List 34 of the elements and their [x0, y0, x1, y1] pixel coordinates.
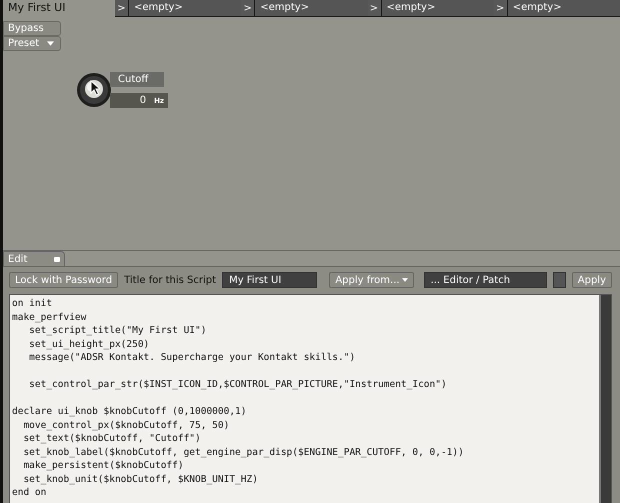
- code-line: make_persistent($knobCutoff): [22, 459, 185, 472]
- toggle-button[interactable]: [552, 272, 566, 288]
- title-field[interactable]: My First UI: [222, 272, 318, 288]
- knob-value: 0: [140, 95, 146, 106]
- script-tab[interactable]: <empty>: [255, 0, 368, 16]
- code-line: move_control_px($knobCutoff, 75, 50): [22, 418, 230, 432]
- code-line: declare ui_knob $knobCutoff (0,1000000,1): [12, 405, 248, 418]
- script-tab[interactable]: <empty>: [382, 0, 494, 16]
- code-line: set_text($knobCutoff, "Cutoff"): [22, 432, 202, 446]
- code-line: set_ui_height_px(250): [28, 338, 150, 351]
- source-field[interactable]: ... Editor / Patch: [424, 272, 547, 288]
- expand-button[interactable]: >: [115, 0, 129, 16]
- knob-label: Cutoff: [110, 72, 164, 87]
- code-line: end on: [12, 486, 48, 500]
- expand-button[interactable]: >: [241, 0, 256, 16]
- code-line: set_knob_unit($knobCutoff, $KNOB_UNIT_HZ): [22, 472, 259, 486]
- caret-icon: [402, 278, 408, 282]
- code-line: message("ADSR Kontakt. Supercharge your Kontakt skills."): [28, 351, 356, 364]
- expand-button[interactable]: >: [368, 0, 382, 16]
- script-tab[interactable]: <empty>: [508, 0, 620, 16]
- title-label: Title for this Script: [124, 274, 216, 286]
- code-line: on init: [12, 297, 54, 310]
- code-line: set_script_title("My First UI"): [28, 324, 208, 338]
- script-tab[interactable]: My First UI: [3, 0, 115, 17]
- script-tab[interactable]: <empty>: [129, 0, 242, 16]
- code-line: set_control_par_str($INST_ICON_ID,$CONTROL_PAR_PICTURE,"Instrument_Icon"): [28, 378, 448, 392]
- code-line: set_knob_label($knobCutoff, get_engine_par_disp($ENGINE_PAR_CUTOFF, 0, 0,-1)): [22, 446, 465, 459]
- window-icon[interactable]: [54, 256, 60, 262]
- expand-button[interactable]: >: [494, 0, 508, 16]
- cursor-icon: [90, 80, 100, 96]
- code-editor[interactable]: [10, 295, 599, 503]
- code-line: make_perfview: [12, 310, 88, 324]
- scrollbar[interactable]: [599, 295, 611, 503]
- caret-icon: [47, 41, 54, 46]
